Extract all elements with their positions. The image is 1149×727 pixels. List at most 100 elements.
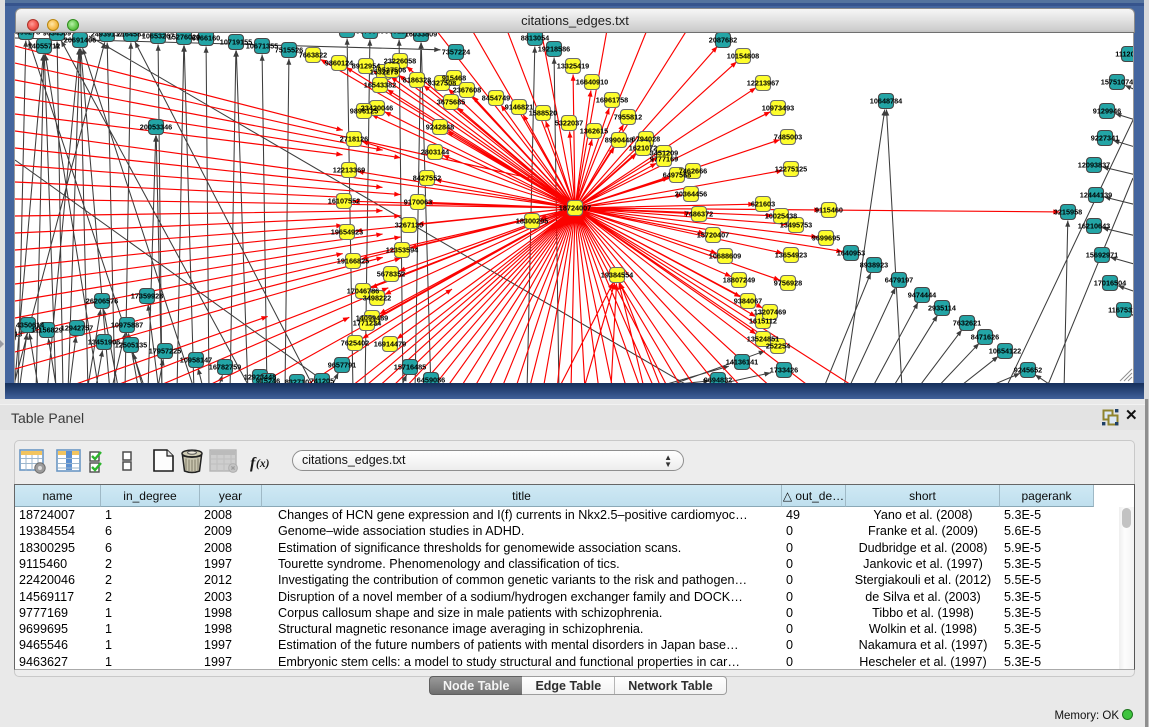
svg-text:9860124: 9860124 [325, 59, 354, 68]
svg-text:10154808: 10154808 [727, 52, 759, 61]
svg-text:16961758: 16961758 [596, 96, 628, 105]
svg-text:16107552: 16107552 [328, 197, 360, 206]
svg-text:9227341: 9227341 [1091, 134, 1119, 143]
svg-text:1112087: 1112087 [1115, 50, 1133, 59]
svg-text:9474444: 9474444 [908, 291, 937, 300]
svg-text:10975887: 10975887 [111, 321, 143, 330]
svg-text:6459086: 6459086 [417, 376, 445, 383]
svg-text:10958147: 10958147 [180, 356, 212, 365]
svg-text:3675685: 3675685 [437, 98, 465, 107]
svg-text:6966160: 6966160 [192, 34, 220, 43]
svg-text:14136141: 14136141 [726, 358, 758, 367]
svg-text:7485003: 7485003 [774, 133, 802, 142]
svg-text:915468: 915468 [442, 74, 466, 83]
svg-text:9170063: 9170063 [404, 198, 432, 207]
svg-text:15692971: 15692971 [1086, 251, 1118, 260]
svg-text:18300295: 18300295 [516, 217, 548, 226]
svg-text:9384067: 9384067 [734, 297, 762, 306]
svg-text:9129946: 9129946 [1093, 107, 1121, 116]
svg-text:252254: 252254 [766, 342, 791, 351]
svg-text:16033809: 16033809 [405, 33, 437, 39]
svg-text:11675311: 11675311 [1108, 306, 1133, 315]
svg-text:6794028: 6794028 [632, 135, 660, 144]
svg-text:19384554: 19384554 [601, 271, 634, 280]
svg-text:18724007: 18724007 [559, 204, 591, 213]
svg-text:10025438: 10025438 [765, 212, 797, 221]
svg-text:2935114: 2935114 [928, 304, 957, 313]
svg-text:9756928: 9756928 [774, 279, 802, 288]
svg-text:9699695: 9699695 [812, 234, 840, 243]
svg-text:9657791: 9657791 [328, 361, 356, 370]
svg-text:9115460: 9115460 [815, 206, 843, 215]
svg-text:9242848: 9242848 [426, 123, 454, 132]
svg-text:12505135: 12505135 [115, 341, 147, 350]
svg-text:9777169: 9777169 [650, 155, 678, 164]
svg-text:16640910: 16640910 [576, 78, 608, 87]
svg-text:7625402: 7625402 [341, 339, 369, 348]
svg-text:15751074: 15751074 [1101, 78, 1133, 87]
svg-text:10671355: 10671355 [246, 42, 278, 51]
svg-text:15720407: 15720407 [697, 231, 729, 240]
svg-text:2087682: 2087682 [709, 36, 737, 45]
svg-text:7462666: 7462666 [679, 167, 707, 176]
svg-text:16914479: 16914479 [374, 340, 406, 349]
svg-text:5678352: 5678352 [377, 270, 405, 279]
svg-text:19166825: 19166825 [337, 257, 369, 266]
svg-text:9694832: 9694832 [704, 376, 732, 383]
svg-text:17016504: 17016504 [1094, 279, 1127, 288]
svg-text:7955812: 7955812 [614, 113, 642, 122]
svg-text:7357224: 7357224 [442, 48, 471, 57]
svg-text:9245652: 9245652 [1014, 366, 1042, 375]
svg-text:7663822: 7663822 [299, 51, 327, 60]
svg-text:2718126: 2718126 [340, 135, 368, 144]
svg-text:12353594: 12353594 [386, 246, 419, 255]
svg-text:10654122: 10654122 [989, 347, 1021, 356]
svg-text:19654923: 19654923 [331, 228, 363, 237]
svg-text:741205: 741205 [310, 377, 334, 383]
svg-text:18807249: 18807249 [723, 276, 755, 285]
svg-text:8095278: 8095278 [15, 33, 40, 37]
svg-text:8813054: 8813054 [521, 34, 550, 43]
svg-text:17359928: 17359928 [131, 292, 163, 301]
svg-text:8454749: 8454749 [482, 94, 510, 103]
svg-text:13207469: 13207469 [754, 308, 786, 317]
svg-text:2367608: 2367608 [453, 86, 481, 95]
svg-text:8427552: 8427552 [413, 174, 441, 183]
svg-text:1733426: 1733426 [770, 366, 798, 375]
svg-text:12093837: 12093837 [1078, 161, 1110, 170]
svg-text:16782759: 16782759 [209, 363, 241, 372]
svg-text:17957225: 17957225 [149, 347, 181, 356]
svg-text:12942757: 12942757 [61, 324, 93, 333]
svg-text:13654923: 13654923 [775, 251, 807, 260]
svg-text:(x): (x) [256, 458, 270, 470]
svg-text:13495753: 13495753 [780, 221, 812, 230]
svg-text:3498222: 3498222 [363, 294, 391, 303]
svg-text:1771234: 1771234 [353, 319, 382, 328]
svg-text:2803144: 2803144 [421, 148, 450, 157]
svg-text:9896125: 9896125 [350, 107, 378, 116]
svg-text:5975340: 5975340 [356, 33, 384, 36]
svg-text:3215958: 3215958 [1054, 208, 1082, 217]
svg-text:1588520: 1588520 [529, 109, 557, 118]
svg-text:10973493: 10973493 [762, 104, 794, 113]
svg-text:7632621: 7632621 [953, 319, 981, 328]
svg-text:20364456: 20364456 [675, 190, 707, 199]
svg-text:16210643: 16210643 [1078, 222, 1110, 231]
svg-text:3267130: 3267130 [395, 221, 423, 230]
svg-text:1640953: 1640953 [837, 249, 865, 258]
svg-text:26206576: 26206576 [86, 297, 118, 306]
svg-text:6479197: 6479197 [885, 276, 913, 285]
svg-text:832710: 832710 [285, 378, 309, 383]
svg-text:915246: 915246 [256, 377, 280, 383]
svg-text:1615112: 1615112 [749, 317, 777, 326]
svg-text:11156829: 11156829 [31, 326, 63, 335]
svg-text:13325419: 13325419 [557, 62, 589, 71]
svg-text:10648784: 10648784 [870, 97, 903, 106]
svg-text:20053346: 20053346 [140, 123, 172, 132]
svg-text:16543382: 16543382 [364, 81, 396, 90]
svg-text:14055712: 14055712 [28, 42, 60, 51]
svg-text:8938923: 8938923 [860, 261, 888, 270]
svg-text:621603: 621603 [751, 200, 775, 209]
svg-text:9527506: 9527506 [378, 66, 406, 75]
svg-text:19218586: 19218586 [538, 45, 570, 54]
